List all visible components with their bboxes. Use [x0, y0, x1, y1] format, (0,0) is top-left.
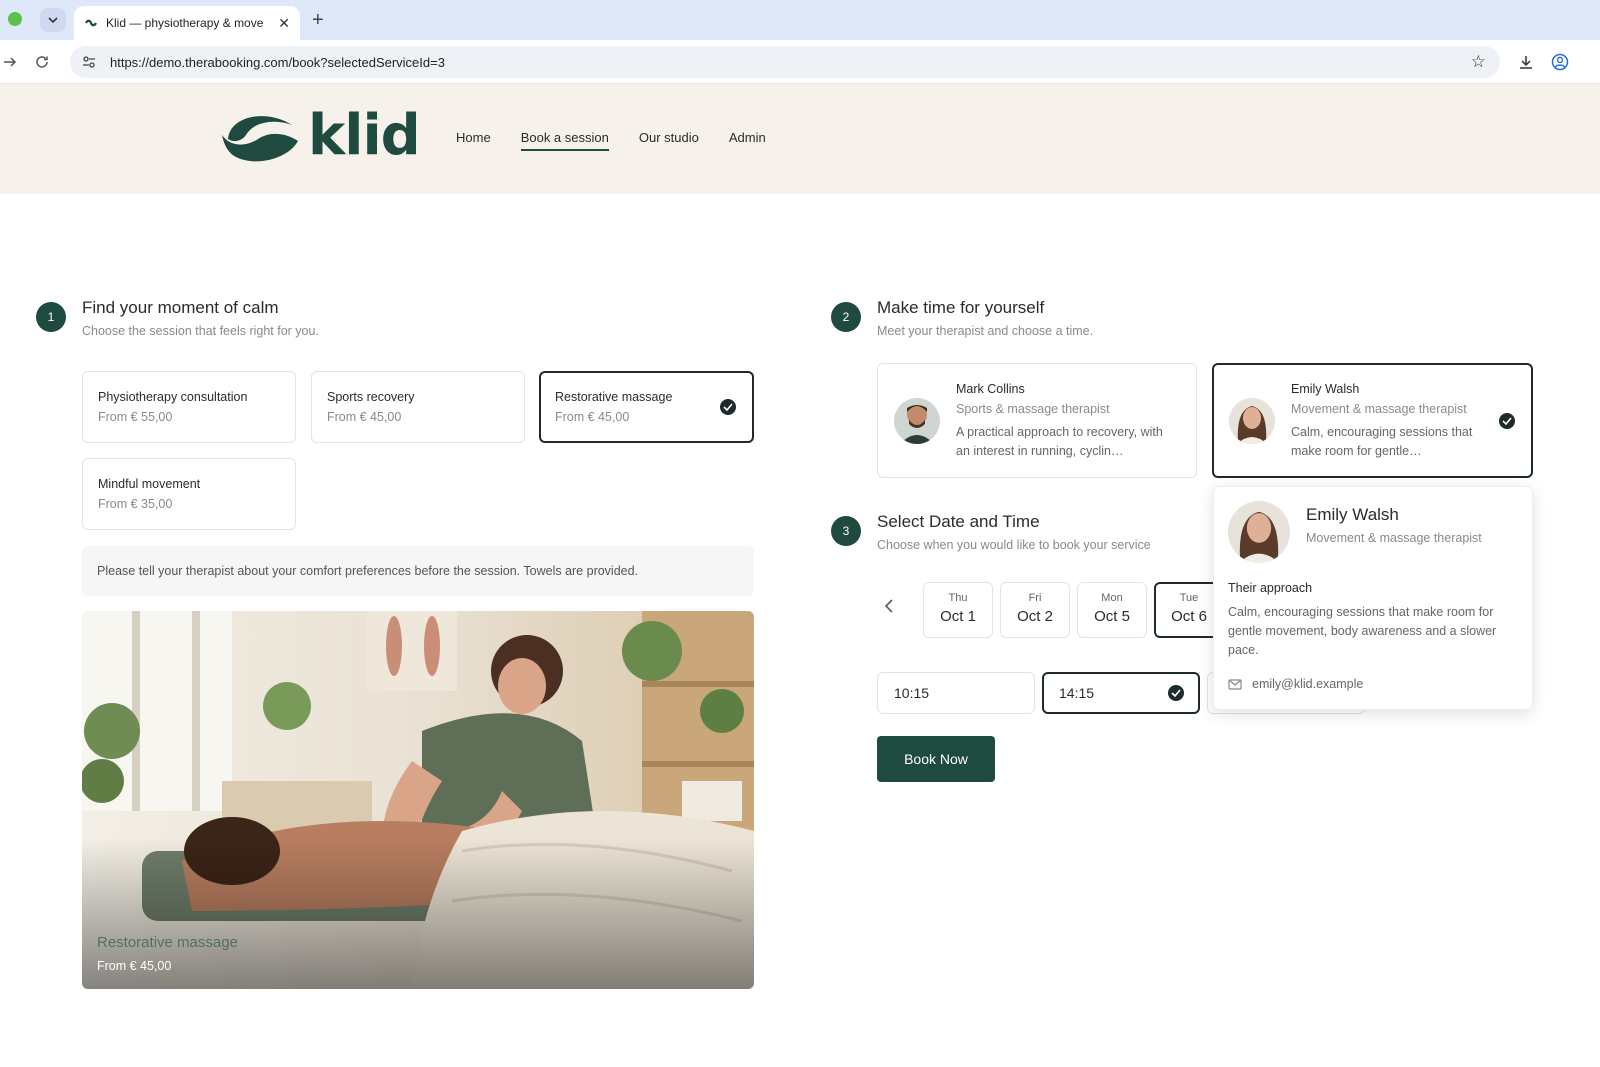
site-header: klid Home Book a session Our studio Admi…	[0, 84, 1600, 194]
service-name: Sports recovery	[327, 390, 415, 404]
book-now-button[interactable]: Book Now	[877, 736, 995, 782]
url-text: https://demo.therabooking.com/book?selec…	[110, 54, 445, 70]
chevron-left-icon[interactable]	[884, 598, 894, 619]
therapist-name: Mark Collins	[956, 382, 1025, 396]
klid-favicon-icon	[84, 16, 98, 30]
site-settings-icon[interactable]	[80, 53, 98, 71]
service-price: From € 45,00	[555, 410, 630, 424]
address-bar[interactable]: https://demo.therabooking.com/book?selec…	[70, 46, 1500, 78]
browser-tab[interactable]: Klid — physiotherapy & move ✕	[74, 6, 300, 40]
date-day: Oct 5	[1094, 608, 1130, 625]
new-tab-button[interactable]: +	[312, 8, 324, 32]
therapist-role: Sports & massage therapist	[956, 402, 1110, 416]
service-price: From € 45,00	[327, 410, 402, 424]
date-option[interactable]: Mon Oct 5	[1077, 582, 1147, 638]
date-day: Oct 2	[1017, 608, 1053, 625]
service-name: Physiotherapy consultation	[98, 390, 248, 404]
service-name: Restorative massage	[555, 390, 673, 404]
therapist-name: Emily Walsh	[1291, 382, 1360, 396]
date-option[interactable]: Thu Oct 1	[923, 582, 993, 638]
service-card-physiotherapy[interactable]: Physiotherapy consultation From € 55,00	[82, 371, 296, 443]
wave-logo-icon	[222, 116, 298, 162]
reload-icon[interactable]	[32, 52, 52, 72]
avatar	[894, 398, 940, 444]
mail-icon	[1228, 678, 1242, 690]
service-name: Mindful movement	[98, 477, 201, 491]
popover-email[interactable]: emily@klid.example	[1228, 677, 1363, 691]
time-label: 14:15	[1059, 685, 1095, 701]
step-2-title: Make time for yourself	[877, 298, 1045, 317]
photo-caption-name: Restorative massage	[97, 934, 238, 951]
profile-icon[interactable]	[1550, 52, 1570, 72]
popover-email-text: emily@klid.example	[1252, 677, 1364, 691]
step-3-badge: 3	[831, 516, 861, 546]
tab-search-button[interactable]	[40, 8, 66, 32]
service-notice: Please tell your therapist about your co…	[82, 546, 754, 596]
therapist-description: A practical approach to recovery, with a…	[956, 425, 1163, 458]
time-slot[interactable]: 10:15	[877, 672, 1035, 714]
popover-role: Movement & massage therapist	[1306, 531, 1482, 545]
check-circle-icon	[720, 399, 736, 415]
logo-text: klid	[308, 103, 421, 168]
step-1-badge: 1	[36, 302, 66, 332]
chevron-down-icon	[48, 16, 58, 23]
tab-title: Klid — physiotherapy & move	[106, 16, 264, 30]
step-1-subtitle: Choose the session that feels right for …	[82, 324, 319, 338]
photo-caption-price: From € 45,00	[97, 959, 172, 973]
date-weekday: Mon	[1101, 592, 1123, 604]
arrow-right-icon[interactable]	[0, 52, 20, 72]
service-card-restorative-massage[interactable]: Restorative massage From € 45,00	[539, 371, 754, 443]
step-3-title: Select Date and Time	[877, 512, 1040, 531]
window-control-button[interactable]	[8, 12, 22, 26]
therapist-popover: Emily Walsh Movement & massage therapist…	[1213, 486, 1533, 710]
browser-toolbar: https://demo.therabooking.com/book?selec…	[0, 40, 1600, 84]
step-1-title: Find your moment of calm	[82, 298, 279, 317]
date-option[interactable]: Fri Oct 2	[1000, 582, 1070, 638]
check-circle-icon	[1168, 685, 1184, 701]
check-circle-icon	[1499, 413, 1515, 429]
main-nav: Home Book a session Our studio Admin	[456, 130, 796, 151]
date-weekday: Thu	[948, 592, 968, 604]
service-photo: Restorative massage From € 45,00	[82, 611, 754, 989]
therapist-card-mark-collins[interactable]: Mark Collins Sports & massage therapist …	[877, 363, 1197, 478]
therapist-description: Calm, encouraging sessions that make roo…	[1291, 425, 1473, 458]
step-3-subtitle: Choose when you would like to book your …	[877, 538, 1151, 552]
browser-tab-bar: Klid — physiotherapy & move ✕ +	[0, 0, 1600, 40]
step-2-subtitle: Meet your therapist and choose a time.	[877, 324, 1094, 338]
time-slot-selected[interactable]: 14:15	[1042, 672, 1200, 714]
step-2-badge: 2	[831, 302, 861, 332]
therapist-card-emily-walsh[interactable]: Emily Walsh Movement & massage therapist…	[1212, 363, 1533, 478]
therapist-role: Movement & massage therapist	[1291, 402, 1467, 416]
star-icon[interactable]: ☆	[1471, 52, 1486, 72]
nav-book-session[interactable]: Book a session	[520, 130, 609, 151]
nav-our-studio[interactable]: Our studio	[639, 130, 699, 151]
nav-admin[interactable]: Admin	[729, 130, 766, 151]
popover-name: Emily Walsh	[1306, 505, 1399, 524]
avatar	[1228, 501, 1290, 563]
date-weekday: Fri	[1028, 592, 1042, 604]
download-icon[interactable]	[1516, 52, 1536, 72]
close-tab-icon[interactable]: ✕	[278, 15, 290, 32]
massage-photo-illustration	[82, 611, 754, 989]
date-day: Oct 1	[940, 608, 976, 625]
service-price: From € 55,00	[98, 410, 173, 424]
service-card-sports-recovery[interactable]: Sports recovery From € 45,00	[311, 371, 525, 443]
klid-logo[interactable]: klid	[216, 103, 421, 168]
popover-text: Calm, encouraging sessions that make roo…	[1228, 605, 1497, 657]
popover-heading: Their approach	[1228, 581, 1313, 595]
nav-home[interactable]: Home	[456, 130, 491, 151]
avatar	[1229, 398, 1275, 444]
service-price: From € 35,00	[98, 497, 173, 511]
service-card-mindful-movement[interactable]: Mindful movement From € 35,00	[82, 458, 296, 530]
